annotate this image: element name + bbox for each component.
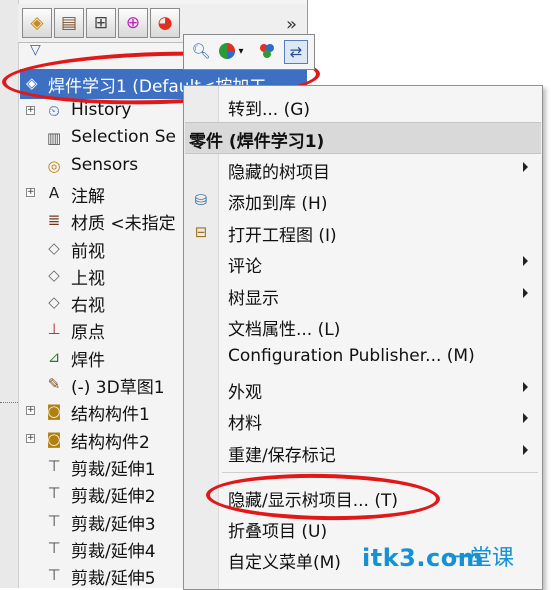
menu-item-label: 自定义菜单(M) — [228, 553, 341, 573]
tree-item-label: 焊件 — [71, 350, 105, 371]
expand-toggle[interactable]: + — [26, 187, 35, 197]
submenu-arrow-icon — [523, 287, 528, 298]
trim-extend-icon: ⊤ — [47, 566, 61, 585]
expand-toggle[interactable]: + — [26, 106, 35, 115]
display-manager-tab-icon[interactable]: ◕ — [150, 8, 180, 38]
configuration-publisher-icon[interactable]: ⇄ — [284, 40, 308, 64]
configuration-manager-tab-icon[interactable]: ⊞ — [86, 8, 116, 38]
sensors-icon: ◎ — [47, 156, 61, 175]
selection-sets-icon: ▥ — [46, 129, 62, 148]
dimxpert-tab-icon[interactable]: ⊕ — [118, 8, 148, 38]
menu-item-label: 外观 — [228, 382, 262, 403]
trim-extend-icon: ⊤ — [47, 538, 61, 557]
appearance-dropdown-icon[interactable]: ▾ — [236, 40, 246, 62]
tree-item-label: 结构构件2 — [71, 432, 150, 453]
menu-item-label: 打开工程图 (I) — [228, 225, 337, 246]
graphics-area — [307, 0, 551, 40]
tree-item-label: 上视 — [71, 268, 105, 289]
add-to-library-icon: ⛁ — [194, 191, 208, 210]
trim-extend-icon: ⊤ — [47, 511, 61, 530]
trim-extend-icon: ⊤ — [47, 484, 61, 503]
submenu-arrow-icon — [523, 381, 528, 392]
tree-item-label: 剪裁/延伸1 — [71, 459, 156, 480]
menu-item-label: Configuration Publisher... (M) — [228, 346, 475, 367]
expand-toggle[interactable]: + — [26, 433, 35, 443]
menu-header-part: 零件 (焊件学习1) — [185, 122, 541, 154]
filter-icon[interactable]: ▽ — [30, 42, 41, 58]
history-icon: ⏲ — [48, 102, 60, 120]
plane-icon: ◇ — [48, 293, 60, 312]
structural-member-icon: ◙ — [46, 402, 62, 421]
menu-item-goto-label: 转到... (G) — [228, 100, 311, 120]
weldment-icon: ⊿ — [47, 347, 61, 366]
tree-item-label: Sensors — [71, 154, 139, 175]
menu-item-label: 树显示 — [228, 288, 279, 309]
tree-item-label: 剪裁/延伸3 — [71, 514, 156, 535]
menu-item[interactable]: 文档属性... (L) — [184, 310, 542, 341]
menu-item[interactable]: 材料 — [184, 404, 542, 435]
zoom-to-selection-icon[interactable]: 🔍︎ — [190, 40, 212, 62]
plane-icon: ◇ — [48, 265, 60, 284]
submenu-arrow-icon — [523, 413, 528, 424]
more-tabs-button[interactable]: » — [286, 14, 297, 35]
tree-item-label: Selection Se — [71, 127, 176, 148]
edit-color-icon[interactable] — [256, 40, 278, 62]
3d-sketch-icon: ✎ — [47, 375, 61, 393]
menu-header-label: 零件 (焊件学习1) — [189, 132, 325, 152]
menu-item-label: 材料 — [228, 414, 262, 435]
plane-icon: ◇ — [48, 238, 60, 257]
tree-item-label: 结构构件1 — [71, 405, 150, 426]
appearance-icon[interactable] — [216, 40, 238, 62]
menu-item[interactable]: 外观 — [184, 373, 542, 404]
menu-item[interactable]: 重建/保存标记 — [184, 436, 542, 467]
watermark-cn-text: 一堂课 — [448, 546, 515, 571]
context-toolbar: 🔍︎ ▾ ⇄ — [183, 34, 315, 70]
open-drawing-icon: ⊟ — [194, 222, 208, 241]
submenu-arrow-icon — [523, 256, 528, 267]
menu-item[interactable]: 树显示 — [184, 279, 542, 310]
tree-item-label: 材质 <未指定 — [71, 214, 176, 235]
tree-item-label: 剪裁/延伸4 — [71, 541, 156, 562]
menu-item-label: 文档属性... (L) — [228, 320, 341, 340]
tree-item-label: 前视 — [71, 241, 105, 262]
menu-item[interactable]: ⛁ 添加到库 (H) — [184, 184, 542, 215]
tree-item-label: 注解 — [71, 186, 105, 207]
trim-extend-icon: ⊤ — [47, 456, 61, 475]
expand-toggle[interactable]: + — [26, 406, 35, 416]
menu-item[interactable]: ⊟ 打开工程图 (I) — [184, 216, 542, 247]
menu-item[interactable]: 评论 — [184, 247, 542, 278]
material-icon: ≣ — [47, 211, 61, 230]
feature-tree-tab-icon[interactable]: ◈ — [22, 8, 52, 38]
menu-item-label: 添加到库 (H) — [228, 194, 328, 215]
property-manager-tab-icon[interactable]: ▤ — [54, 8, 84, 38]
origin-icon: ⊥ — [47, 320, 61, 339]
menu-item-goto[interactable]: 转到... (G) — [184, 90, 542, 121]
menu-item-label: 重建/保存标记 — [228, 445, 336, 466]
menu-item[interactable]: Configuration Publisher... (M) — [184, 341, 542, 372]
tree-item-label: 剪裁/延伸5 — [71, 569, 156, 590]
structural-member-icon: ◙ — [46, 429, 62, 448]
menu-item-label: 评论 — [228, 257, 262, 278]
submenu-arrow-icon — [523, 162, 528, 172]
tree-item-label: 原点 — [71, 323, 105, 344]
menu-item-label: 隐藏的树项目 — [228, 163, 330, 183]
menu-item-label: 折叠项目 (U) — [228, 522, 328, 542]
tree-item-label: 剪裁/延伸2 — [71, 487, 156, 508]
submenu-arrow-icon — [523, 444, 528, 455]
tree-item-label: 右视 — [71, 296, 105, 317]
menu-item[interactable]: 隐藏的树项目 — [184, 153, 542, 184]
menu-separator — [222, 472, 538, 473]
tree-item-label: (-) 3D草图1 — [71, 378, 165, 398]
annotations-icon: A — [48, 183, 60, 202]
